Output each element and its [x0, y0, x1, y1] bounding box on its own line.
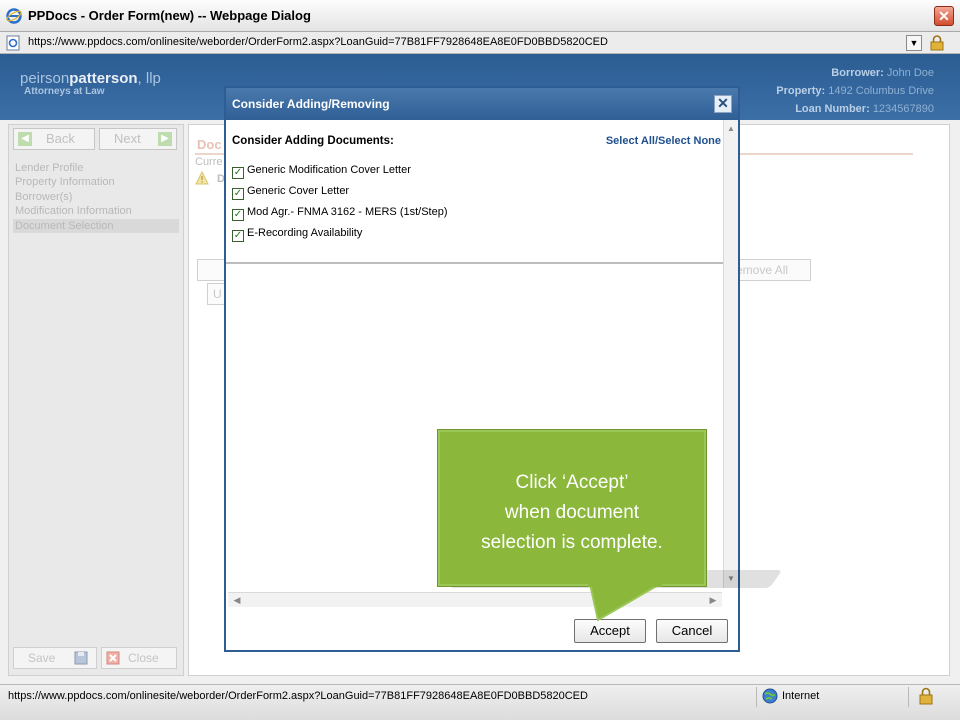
scroll-right-icon[interactable]: ▶ — [706, 594, 720, 606]
close-button[interactable]: Close — [101, 647, 177, 669]
scroll-left-icon[interactable]: ◀ — [230, 594, 244, 606]
security-zone: Internet — [782, 690, 820, 702]
left-nav-pane: ◀ Back Next ▶ Lender Profile Property In… — [8, 124, 184, 676]
section-header: Doc — [197, 137, 222, 152]
window-title-bar: PPDocs - Order Form(new) -- Webpage Dial… — [0, 0, 960, 32]
select-none-link[interactable]: Select None — [658, 135, 721, 147]
cancel-button[interactable]: Cancel — [656, 619, 728, 643]
select-links: Select All/Select None — [605, 135, 721, 147]
loan-info: Borrower: John Doe Property: 1492 Columb… — [776, 67, 934, 115]
status-url: https://www.ppdocs.com/onlinesite/webord… — [8, 690, 588, 702]
address-dropdown-icon[interactable]: ▼ — [906, 35, 922, 51]
list-item[interactable]: ✓ Generic Modification Cover Letter — [232, 164, 411, 179]
dialog-title-bar: Consider Adding/Removing ✕ — [226, 88, 738, 120]
document-list: Consider Adding Documents: Select All/Se… — [226, 120, 723, 264]
bottom-actions: Save Close — [13, 647, 179, 669]
status-lock-icon[interactable] — [918, 687, 934, 705]
status-separator — [908, 687, 909, 707]
warning-icon — [195, 171, 209, 185]
step-item-modification-information[interactable]: Modification Information — [15, 204, 179, 218]
checkbox[interactable]: ✓ — [232, 209, 244, 221]
internet-explorer-icon — [6, 8, 22, 24]
window-title: PPDocs - Order Form(new) -- Webpage Dial… — [28, 8, 311, 23]
company-logo: peirsonpatterson, llp — [20, 70, 161, 87]
dialog-close-icon[interactable]: ✕ — [714, 95, 732, 113]
checkbox[interactable]: ✓ — [232, 188, 244, 200]
list-heading: Consider Adding Documents: — [232, 135, 394, 147]
step-item-borrowers[interactable]: Borrower(s) — [15, 190, 179, 204]
list-item[interactable]: ✓ E-Recording Availability — [232, 227, 362, 242]
status-separator — [756, 687, 757, 707]
globe-icon — [762, 688, 778, 704]
company-subtitle: Attorneys at Law — [24, 86, 105, 97]
list-item[interactable]: ✓ Generic Cover Letter — [232, 185, 349, 200]
step-item-document-selection[interactable]: Document Selection — [13, 218, 179, 234]
window-close-button[interactable]: ✕ — [934, 6, 954, 26]
callout-pointer — [588, 584, 662, 622]
scroll-up-icon[interactable]: ▲ — [725, 122, 737, 136]
instruction-callout: Click ‘Accept’ when document selection i… — [438, 430, 706, 586]
back-button[interactable]: ◀ Back — [13, 128, 95, 150]
checkbox[interactable]: ✓ — [232, 230, 244, 242]
floppy-disk-icon — [74, 651, 88, 665]
select-all-link[interactable]: Select All — [606, 135, 655, 147]
save-button[interactable]: Save — [13, 647, 97, 669]
callout-text: Click ‘Accept’ when document selection i… — [481, 472, 663, 553]
page-icon — [6, 35, 20, 51]
current-text: Curre — [195, 156, 223, 168]
vertical-scrollbar[interactable]: ▲ ▼ — [723, 120, 738, 588]
step-list: Lender Profile Property Information Borr… — [13, 161, 179, 234]
address-bar: https://www.ppdocs.com/onlinesite/webord… — [0, 32, 960, 54]
step-item-lender-profile[interactable]: Lender Profile — [15, 161, 179, 175]
remove-all-button[interactable]: emove All — [729, 259, 811, 281]
step-item-property-information[interactable]: Property Information — [15, 175, 179, 189]
status-bar: https://www.ppdocs.com/onlinesite/webord… — [0, 684, 960, 720]
next-arrow-icon: ▶ — [158, 132, 172, 146]
back-arrow-icon: ◀ — [18, 132, 32, 146]
checkbox[interactable]: ✓ — [232, 167, 244, 179]
list-item[interactable]: ✓ Mod Agr.- FNMA 3162 - MERS (1st/Step) — [232, 206, 448, 221]
address-url[interactable]: https://www.ppdocs.com/onlinesite/webord… — [28, 36, 608, 48]
next-button[interactable]: Next ▶ — [99, 128, 177, 150]
security-lock-icon[interactable] — [930, 35, 944, 51]
dialog-title: Consider Adding/Removing — [232, 97, 390, 111]
close-x-icon — [106, 651, 120, 665]
